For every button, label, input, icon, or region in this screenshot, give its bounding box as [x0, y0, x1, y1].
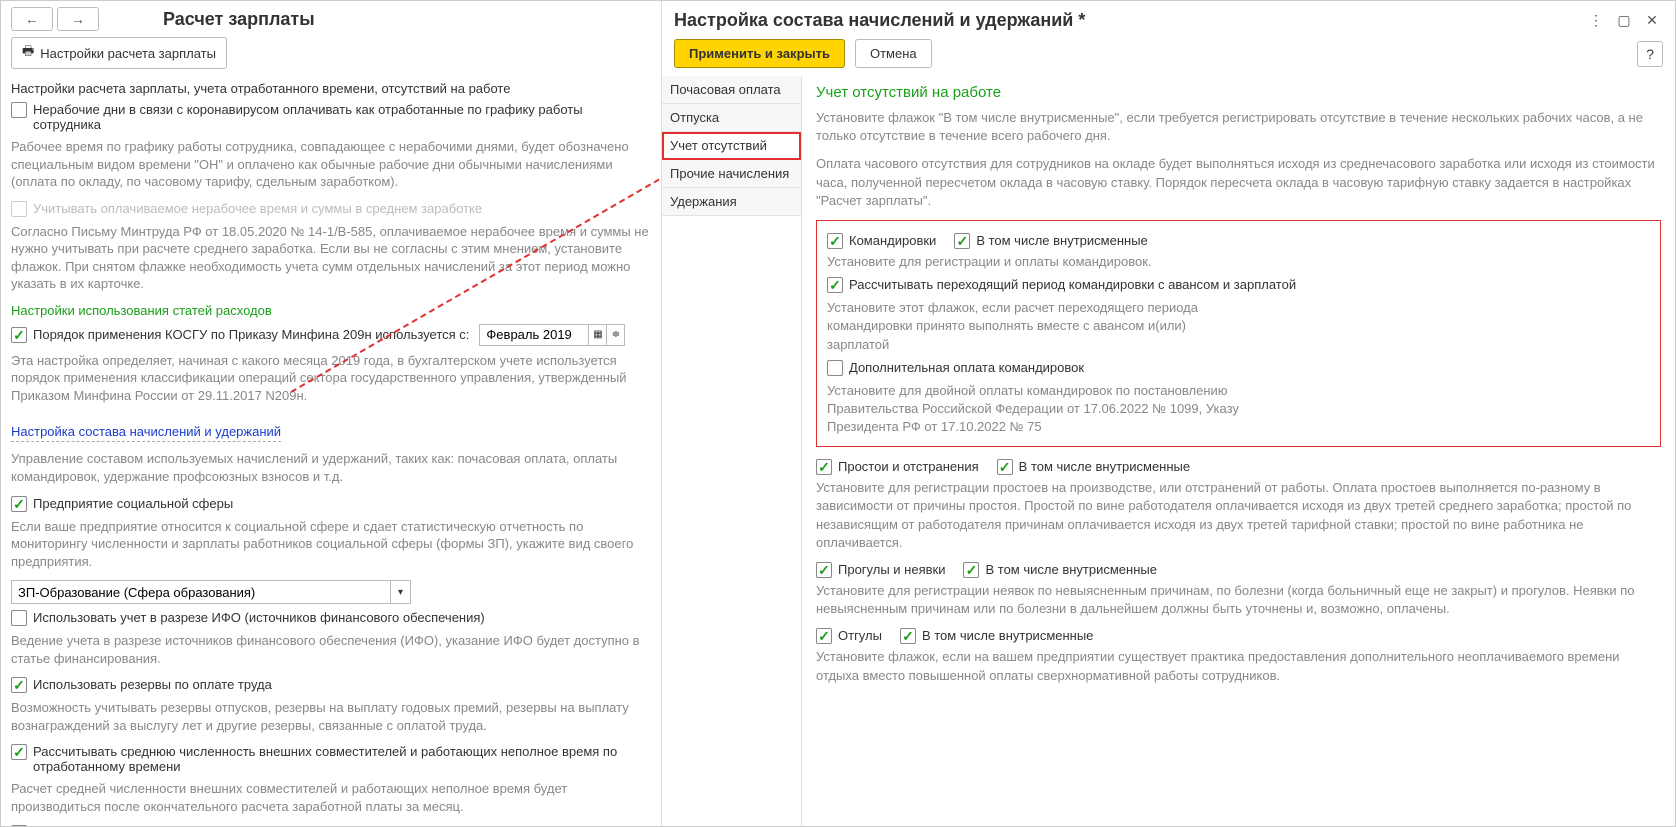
maximize-icon[interactable]: ▢	[1613, 9, 1635, 31]
intro-text: Настройки расчета зарплаты, учета отрабо…	[11, 81, 651, 96]
absent-desc: Установите для регистрации неявок по нев…	[816, 582, 1661, 618]
reserves-label: Использовать резервы по оплате труда	[33, 677, 272, 692]
menu-icon[interactable]: ⋮	[1585, 9, 1607, 31]
paid-nonwork-checkbox	[11, 201, 27, 217]
trips-extra-checkbox[interactable]	[827, 360, 843, 376]
settings-button-label: Настройки расчета зарплаты	[40, 46, 216, 61]
tab-deductions[interactable]: Удержания	[662, 188, 801, 216]
dropdown-icon[interactable]: ▾	[391, 580, 411, 604]
expenses-heading: Настройки использования статей расходов	[11, 303, 651, 318]
covid-desc: Рабочее время по графику работы сотрудни…	[11, 138, 651, 191]
timeoff-intrashift-label: В том числе внутрисменные	[922, 628, 1093, 643]
kosgu-desc: Эта настройка определяет, начиная с како…	[11, 352, 651, 405]
trips-calc-desc: Установите этот флажок, если расчет пере…	[827, 299, 1247, 354]
reserves-checkbox[interactable]	[11, 677, 27, 693]
idle-intrashift-label: В том числе внутрисменные	[1019, 459, 1190, 474]
highlight-frame: Командировки В том числе внутрисменные У…	[816, 220, 1661, 447]
org-type-select[interactable]	[11, 580, 391, 604]
absent-label: Прогулы и неявки	[838, 562, 945, 577]
trips-intrashift-checkbox[interactable]	[954, 233, 970, 249]
kosgu-checkbox[interactable]	[11, 327, 27, 343]
timeoff-desc: Установите флажок, если на вашем предпри…	[816, 648, 1661, 684]
calendar-icon[interactable]: ▦	[589, 324, 607, 346]
paid-nonwork-desc: Согласно Письму Минтруда РФ от 18.05.202…	[11, 223, 651, 293]
print-icon: 🖶	[22, 42, 34, 64]
absent-intrashift-label: В том числе внутрисменные	[985, 562, 1156, 577]
dialog-title: Настройка состава начислений и удержаний…	[674, 10, 1579, 31]
trips-extra-label: Дополнительная оплата командировок	[849, 360, 1084, 375]
content-heading: Учет отсутствий на работе	[816, 84, 1661, 101]
nav-forward-button[interactable]: →	[57, 7, 99, 31]
trips-label: Командировки	[849, 233, 936, 248]
tab-vacations[interactable]: Отпуска	[662, 104, 801, 132]
nav-back-button[interactable]: ←	[11, 7, 53, 31]
avg-headcount-checkbox[interactable]	[11, 744, 27, 760]
apply-close-button[interactable]: Применить и закрыть	[674, 39, 845, 68]
paid-nonwork-label: Учитывать оплачиваемое нерабочее время и…	[33, 201, 482, 216]
trips-calc-checkbox[interactable]	[827, 277, 843, 293]
social-label: Предприятие социальной сферы	[33, 496, 233, 511]
close-icon[interactable]: ✕	[1641, 9, 1663, 31]
ifo-label: Использовать учет в разрезе ИФО (источни…	[33, 610, 485, 625]
trips-calc-label: Рассчитывать переходящий период командир…	[849, 277, 1296, 292]
ifo-checkbox[interactable]	[11, 610, 27, 626]
content-p2: Оплата часового отсутствия для сотрудник…	[816, 155, 1661, 210]
trips-desc: Установите для регистрации и оплаты кома…	[827, 253, 1650, 271]
date-stepper[interactable]: ≑	[607, 324, 625, 346]
avg-headcount-label: Рассчитывать среднюю численность внешних…	[33, 744, 651, 774]
settings-button[interactable]: 🖶 Настройки расчета зарплаты	[11, 37, 227, 69]
composition-link[interactable]: Настройка состава начислений и удержаний	[11, 424, 281, 442]
tab-hourly[interactable]: Почасовая оплата	[662, 76, 801, 104]
tab-absences[interactable]: Учет отсутствий	[662, 132, 801, 160]
covid-label: Нерабочие дни в связи с коронавирусом оп…	[33, 102, 651, 132]
social-desc: Если ваше предприятие относится к социал…	[11, 518, 651, 571]
timeoff-checkbox[interactable]	[816, 628, 832, 644]
content-p1: Установите флажок "В том числе внутрисме…	[816, 109, 1661, 145]
composition-desc: Управление составом используемых начисле…	[11, 450, 651, 485]
ifo-desc: Ведение учета в разрезе источников финан…	[11, 632, 651, 667]
page-title: Расчет зарплаты	[163, 9, 315, 30]
tab-other[interactable]: Прочие начисления	[662, 160, 801, 188]
social-checkbox[interactable]	[11, 496, 27, 512]
timeoff-intrashift-checkbox[interactable]	[900, 628, 916, 644]
reserves-desc: Возможность учитывать резервы отпусков, …	[11, 699, 651, 734]
idle-desc: Установите для регистрации простоев на п…	[816, 479, 1661, 552]
trips-extra-desc: Установите для двойной оплаты командиров…	[827, 382, 1267, 437]
absent-checkbox[interactable]	[816, 562, 832, 578]
help-button[interactable]: ?	[1637, 41, 1663, 67]
org-total-label: Расчет и выплата зарплаты выполняется по…	[33, 825, 432, 826]
cancel-button[interactable]: Отмена	[855, 39, 932, 68]
absent-intrashift-checkbox[interactable]	[963, 562, 979, 578]
trips-intrashift-label: В том числе внутрисменные	[976, 233, 1147, 248]
idle-intrashift-checkbox[interactable]	[997, 459, 1013, 475]
covid-checkbox[interactable]	[11, 102, 27, 118]
timeoff-label: Отгулы	[838, 628, 882, 643]
kosgu-label: Порядок применения КОСГУ по Приказу Минф…	[33, 327, 469, 342]
idle-checkbox[interactable]	[816, 459, 832, 475]
avg-headcount-desc: Расчет средней численности внешних совме…	[11, 780, 651, 815]
trips-checkbox[interactable]	[827, 233, 843, 249]
kosgu-date-input[interactable]	[479, 324, 589, 346]
org-total-checkbox[interactable]	[11, 825, 27, 826]
idle-label: Простои и отстранения	[838, 459, 979, 474]
